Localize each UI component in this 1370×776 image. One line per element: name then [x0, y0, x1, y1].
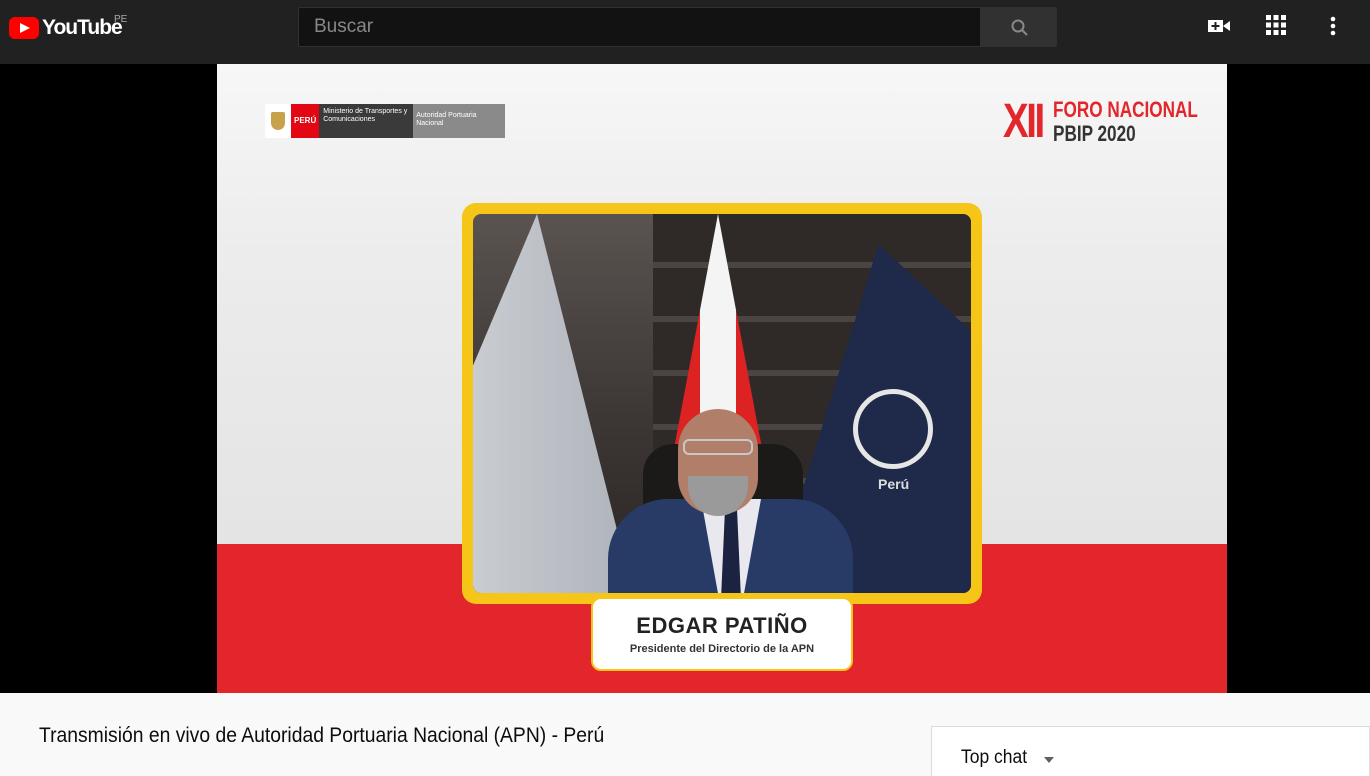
speaker-frame: Perú: [462, 203, 982, 604]
event-title-line2: PBIP 2020: [1053, 120, 1136, 146]
apps-grid-icon: [1266, 15, 1286, 35]
gov-ministry-label: Ministerio de Transportes y Comunicacion…: [319, 104, 414, 138]
youtube-logo[interactable]: YouTube PE: [9, 14, 127, 40]
search-button[interactable]: [981, 7, 1057, 47]
apps-button[interactable]: [1265, 14, 1291, 40]
create-video-icon: [1208, 20, 1230, 32]
white-flag: [473, 214, 633, 593]
coat-of-arms-icon: [265, 104, 291, 138]
chevron-down-icon[interactable]: [1044, 757, 1054, 763]
video-info: Transmisión en vivo de Autoridad Portuar…: [0, 693, 1370, 776]
event-title-line1: FORO NACIONAL: [1053, 96, 1198, 122]
search-icon: [1011, 19, 1028, 36]
more-vert-icon: [1330, 16, 1336, 36]
speaker-video: Perú: [473, 214, 971, 593]
masthead: YouTube PE Buscar: [0, 0, 1370, 64]
settings-menu-button[interactable]: [1322, 14, 1348, 40]
search-input[interactable]: Buscar: [298, 7, 981, 47]
speaker-glasses: [683, 439, 753, 455]
government-logo: PERÚ Ministerio de Transportes y Comunic…: [265, 104, 506, 138]
apn-emblem-icon: [853, 389, 933, 469]
apn-flag-text: Perú: [878, 476, 910, 492]
logo-text: YouTube: [42, 16, 123, 39]
chat-mode-dropdown[interactable]: Top chat: [961, 747, 1027, 769]
video-title: Transmisión en vivo de Autoridad Portuar…: [39, 724, 605, 747]
event-title: FORO NACIONAL PBIP 2020: [1053, 96, 1198, 146]
speaker-nameplate: EDGAR PATIÑO Presidente del Directorio d…: [591, 597, 853, 671]
country-code: PE: [114, 14, 128, 25]
gov-peru-label: PERÚ: [291, 104, 320, 138]
youtube-play-icon: [9, 17, 39, 39]
event-roman-numeral: XII: [1003, 95, 1045, 148]
video-player[interactable]: PERÚ Ministerio de Transportes y Comunic…: [0, 64, 1370, 693]
speaker-name: EDGAR PATIÑO: [636, 613, 808, 638]
event-logo: XII FORO NACIONAL PBIP 2020: [1003, 94, 1227, 149]
video-frame[interactable]: PERÚ Ministerio de Transportes y Comunic…: [217, 64, 1227, 693]
gov-apn-label: Autoridad Portuaria Nacional: [413, 104, 506, 138]
speaker-role: Presidente del Directorio de la APN: [629, 643, 815, 655]
create-video-button[interactable]: [1207, 14, 1233, 40]
